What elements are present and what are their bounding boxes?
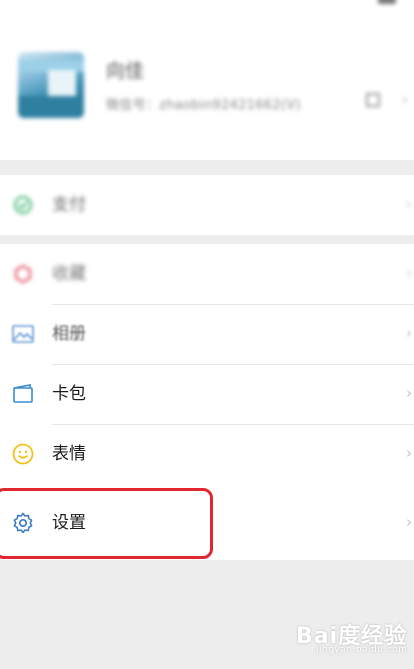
album-icon — [12, 325, 34, 343]
menu-item-label: 支付 — [52, 195, 86, 215]
smiley-icon — [12, 443, 34, 465]
watermark-url: jingyan.baidu.com — [316, 645, 408, 655]
chevron-right-icon: › — [406, 513, 412, 531]
chevron-right-icon: › — [406, 324, 412, 342]
profile-name: 向佳 — [106, 60, 145, 82]
menu-item-label: 表情 — [52, 444, 86, 464]
profile-wechat-id: 微信号：zhaobin92421662(V) — [106, 98, 301, 113]
chevron-right-icon: › — [406, 195, 412, 213]
profile-card[interactable]: 向佳 微信号：zhaobin92421662(V) › — [0, 0, 414, 160]
chevron-right-icon: › — [406, 264, 412, 282]
highlight-box — [0, 488, 213, 559]
menu-item-album[interactable]: 相册 › — [0, 304, 414, 364]
chevron-right-icon: › — [406, 384, 412, 402]
more-icon[interactable] — [378, 0, 396, 4]
avatar[interactable] — [18, 52, 84, 118]
menu-item-favorites[interactable]: 收藏 › — [0, 244, 414, 304]
menu-item-pay[interactable]: 支付 › — [0, 175, 414, 235]
menu-item-cards[interactable]: 卡包 › — [0, 364, 414, 424]
menu-item-label: 卡包 — [52, 384, 86, 404]
qr-code-icon[interactable] — [366, 93, 380, 107]
menu-item-label: 相册 — [52, 324, 86, 344]
chevron-right-icon: › — [402, 92, 408, 108]
chevron-right-icon: › — [406, 444, 412, 462]
menu-item-stickers[interactable]: 表情 › — [0, 424, 414, 484]
menu-item-label: 收藏 — [52, 264, 86, 284]
pay-icon — [14, 196, 32, 214]
pay-card: 支付 › — [0, 175, 414, 235]
card-wallet-icon — [13, 384, 33, 403]
favorites-icon — [15, 264, 31, 284]
